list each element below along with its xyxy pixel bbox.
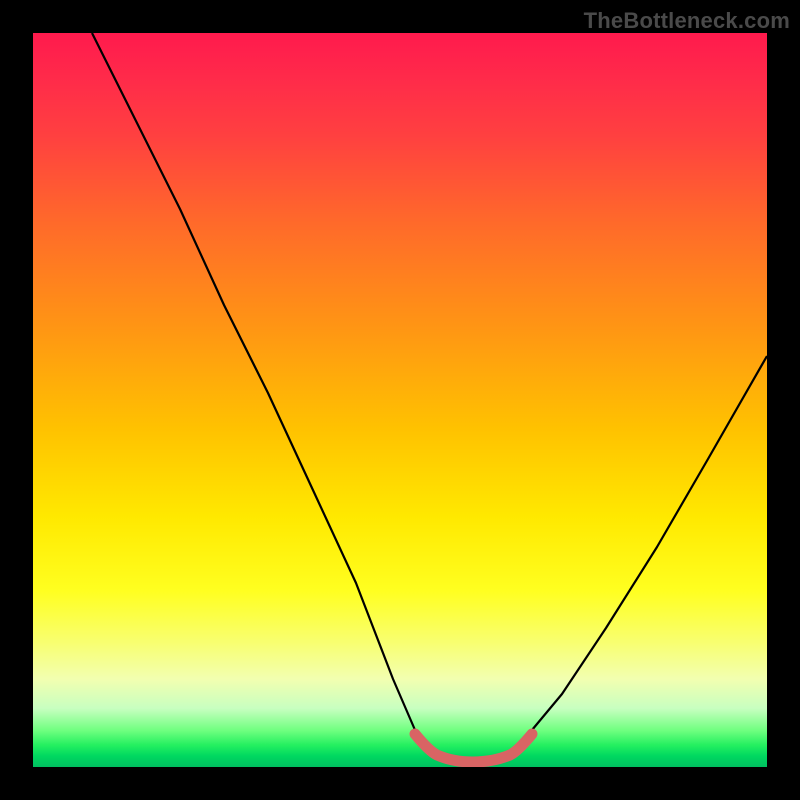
chart-svg — [33, 33, 767, 767]
red-flat-segment — [415, 734, 532, 762]
plot-area — [33, 33, 767, 767]
black-curve-line — [92, 33, 767, 760]
outer-frame: TheBottleneck.com — [0, 0, 800, 800]
watermark-label: TheBottleneck.com — [584, 8, 790, 34]
